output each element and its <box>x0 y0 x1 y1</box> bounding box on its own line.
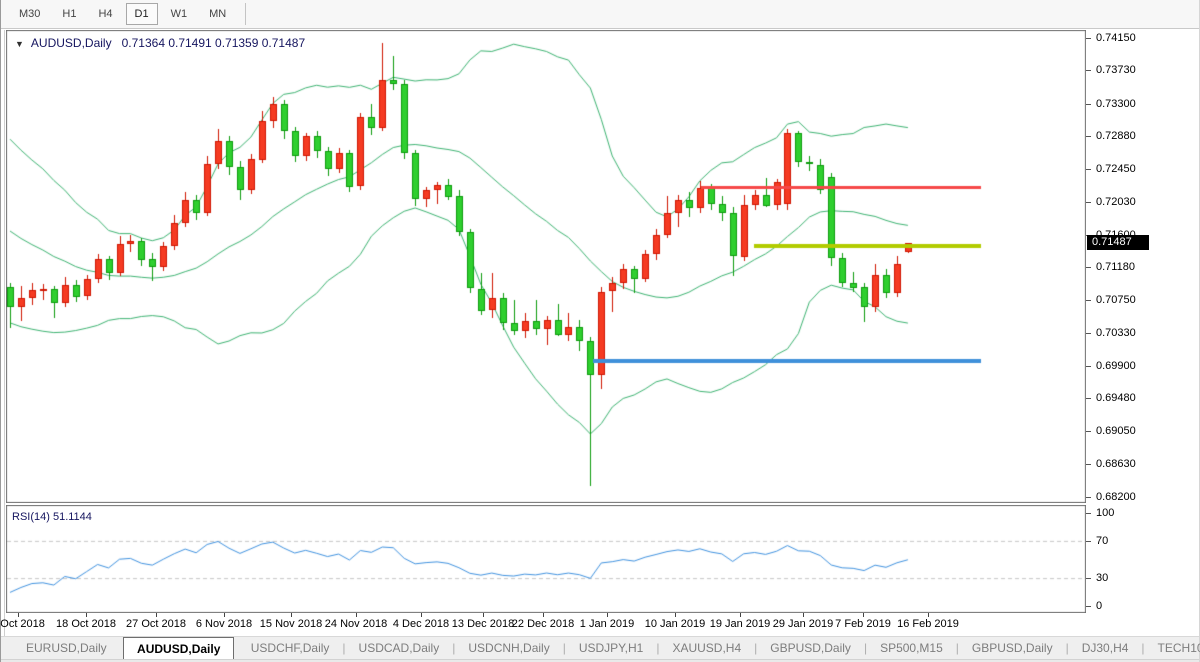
price-tick-label: 0.74150 <box>1086 32 1136 45</box>
rsi-level-label: 100 <box>1086 507 1114 519</box>
chart-tab-usdcad-daily[interactable]: USDCAD,Daily <box>346 637 453 659</box>
date-tick-mark <box>483 613 484 617</box>
chart-tab-bar: EURUSD,Daily AUDUSD,Daily USDCHF,Daily|U… <box>1 636 1199 659</box>
price-tick-label: 0.69480 <box>1086 392 1136 405</box>
price-tick-label: 0.72030 <box>1086 196 1136 209</box>
rsi-level-label: 30 <box>1086 572 1108 584</box>
price-tick-label: 0.71180 <box>1086 261 1135 274</box>
date-tick-mark <box>928 613 929 617</box>
date-tick-label: 29 Jan 2019 <box>773 618 834 630</box>
date-tick-label: 13 Dec 2018 <box>452 618 514 630</box>
rsi-name: RSI(14) <box>12 511 50 523</box>
price-tick-label: 0.72450 <box>1086 163 1136 176</box>
chart-tab-usdchf-daily[interactable]: USDCHF,Daily <box>238 637 343 659</box>
price-tick-label: 0.70330 <box>1086 327 1136 340</box>
current-price-badge: 0.71487 <box>1087 235 1149 250</box>
date-tick-label: 24 Nov 2018 <box>325 618 387 630</box>
price-tick-label: 0.69900 <box>1086 360 1136 373</box>
date-axis[interactable]: 9 Oct 201818 Oct 201827 Oct 20186 Nov 20… <box>6 613 1086 635</box>
date-tick-mark <box>18 613 19 617</box>
rsi-axis[interactable]: 100 70 30 0 <box>1086 505 1200 615</box>
date-tick-label: 15 Nov 2018 <box>260 618 322 630</box>
toolbar-separator <box>245 3 246 25</box>
window-left-inner-border <box>4 30 5 662</box>
date-tick-mark <box>356 613 357 617</box>
date-tick-mark <box>607 613 608 617</box>
date-tick-mark <box>740 613 741 617</box>
date-tick-mark <box>86 613 87 617</box>
date-tick-label: 9 Oct 2018 <box>0 618 45 630</box>
date-tick-mark <box>675 613 676 617</box>
chart-tab-gbpusd-daily[interactable]: GBPUSD,Daily <box>757 637 864 659</box>
chart-symbol-label: AUDUSD,Daily <box>31 36 112 50</box>
rsi-level-label: 70 <box>1086 535 1108 547</box>
timeframe-button-w1[interactable]: W1 <box>162 3 197 25</box>
date-tick-label: 18 Oct 2018 <box>56 618 116 630</box>
date-tick-label: 6 Nov 2018 <box>196 618 252 630</box>
price-tick-label: 0.72880 <box>1086 130 1136 143</box>
trading-platform-window: M30H1H4D1W1MN ▼ AUDUSD,Daily 0.71364 0.714… <box>0 0 1200 662</box>
date-tick-label: 22 Dec 2018 <box>512 618 574 630</box>
date-tick-label: 1 Jan 2019 <box>580 618 634 630</box>
main-chart-canvas[interactable] <box>6 30 1086 503</box>
chart-tab-xauusd-h4[interactable]: XAUUSD,H4 <box>659 637 754 659</box>
chart-tab-usdcnh-daily[interactable]: USDCNH,Daily <box>455 637 562 659</box>
timeframe-button-h4[interactable]: H4 <box>89 3 121 25</box>
price-tick-label: 0.70750 <box>1086 294 1136 307</box>
chart-tab-usdjpy-h1[interactable]: USDJPY,H1 <box>566 637 656 659</box>
date-tick-mark <box>291 613 292 617</box>
date-tick-mark <box>156 613 157 617</box>
price-tick-label: 0.73730 <box>1086 64 1136 77</box>
timeframe-button-h1[interactable]: H1 <box>53 3 85 25</box>
timeframe-toolbar: M30H1H4D1W1MN <box>1 0 1199 29</box>
rsi-value: 51.1144 <box>53 511 92 523</box>
date-tick-mark <box>224 613 225 617</box>
rsi-indicator-canvas[interactable] <box>6 505 1086 613</box>
date-tick-label: 19 Jan 2019 <box>710 618 771 630</box>
chart-tab-audusd-daily[interactable]: AUDUSD,Daily <box>123 637 234 659</box>
price-tick-label: 0.73300 <box>1086 98 1136 111</box>
price-tick-label: 0.69050 <box>1086 425 1136 438</box>
date-tick-mark <box>421 613 422 617</box>
rsi-level-label: 0 <box>1086 600 1102 612</box>
price-tick-label: 0.68200 <box>1086 491 1136 504</box>
timeframe-button-m30[interactable]: M30 <box>10 3 49 25</box>
date-tick-label: 7 Feb 2019 <box>835 618 891 630</box>
date-tick-label: 4 Dec 2018 <box>393 618 449 630</box>
timeframe-button-mn[interactable]: MN <box>200 3 235 25</box>
price-tick-label: 0.68630 <box>1086 458 1136 471</box>
chart-ohlc-quotes: 0.71364 0.71491 0.71359 0.71487 <box>122 36 306 50</box>
chart-tab-eurusd-daily[interactable]: EURUSD,Daily <box>13 637 120 659</box>
date-tick-label: 10 Jan 2019 <box>645 618 706 630</box>
date-tick-label: 16 Feb 2019 <box>897 618 959 630</box>
chart-tab-sp500-m15[interactable]: SP500,M15 <box>867 637 956 659</box>
chart-tab-gbpusd-daily[interactable]: GBPUSD,Daily <box>959 637 1066 659</box>
timeframe-button-d1[interactable]: D1 <box>126 3 158 25</box>
price-axis[interactable]: 0.74150 0.73730 0.73300 0.72880 0.72450 0.720… <box>1086 30 1200 503</box>
date-tick-mark <box>543 613 544 617</box>
date-tick-label: 27 Oct 2018 <box>126 618 186 630</box>
date-tick-mark <box>863 613 864 617</box>
chart-tab-dj30-h4[interactable]: DJ30,H4 <box>1069 637 1142 659</box>
chart-collapse-icon[interactable]: ▼ <box>15 39 24 49</box>
rsi-indicator-label: RSI(14) 51.1144 <box>12 511 92 523</box>
chart-tab-tech100-h1[interactable]: TECH100,H1 <box>1145 637 1200 659</box>
date-tick-mark <box>803 613 804 617</box>
chart-title: ▼ AUDUSD,Daily 0.71364 0.71491 0.71359 0.7… <box>15 36 305 50</box>
